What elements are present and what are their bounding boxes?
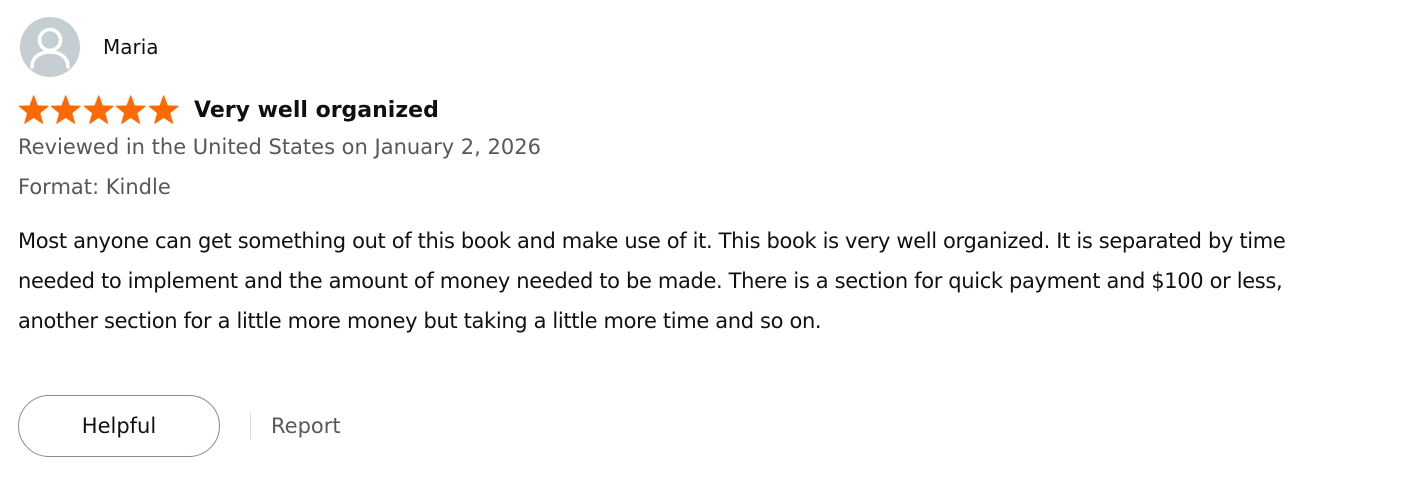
star-icon <box>115 95 146 124</box>
star-icon <box>51 95 82 124</box>
star-icon <box>83 95 114 124</box>
action-divider <box>250 413 251 439</box>
reviewer-name[interactable]: Maria <box>103 35 159 59</box>
star-icon <box>148 95 179 124</box>
report-link[interactable]: Report <box>271 414 341 438</box>
reviewer-profile[interactable]: Maria <box>20 17 159 77</box>
star-icon <box>18 95 49 124</box>
review-date: Reviewed in the United States on January… <box>18 135 541 159</box>
helpful-button[interactable]: Helpful <box>18 395 220 457</box>
rating-row: Very well organized <box>18 92 439 128</box>
review-body: Most anyone can get something out of thi… <box>18 229 1286 333</box>
star-rating[interactable] <box>18 94 180 126</box>
review-format[interactable]: Format: Kindle <box>18 175 171 199</box>
review-title[interactable]: Very well organized <box>194 98 439 123</box>
user-silhouette-icon <box>20 17 80 77</box>
review-actions: Helpful Report <box>18 394 341 458</box>
